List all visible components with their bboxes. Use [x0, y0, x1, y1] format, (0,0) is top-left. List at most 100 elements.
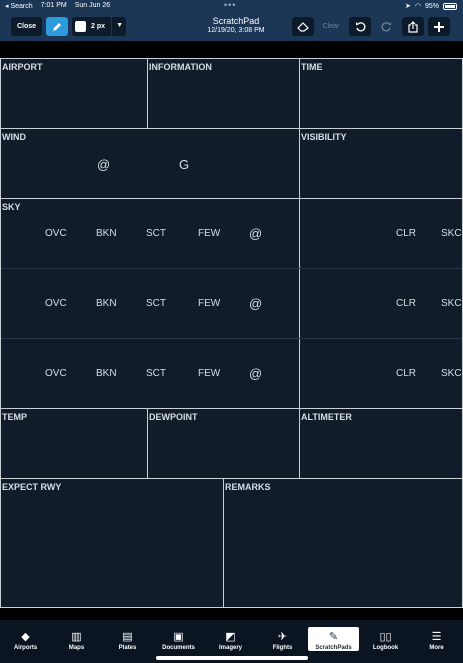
information-label: INFORMATION — [149, 62, 212, 72]
sky-bkn: BKN — [96, 298, 117, 309]
logbook-icon: ▯▯ — [379, 631, 392, 643]
clear-button[interactable]: Clear — [318, 17, 344, 36]
scratchpads-icon: ✎ — [328, 631, 339, 643]
sky-few: FEW — [198, 298, 221, 309]
tab-logbook[interactable]: ▯▯ Logbook — [360, 620, 411, 651]
battery-percent: 95% — [424, 2, 439, 10]
expect-rwy-label: EXPECT RWY — [2, 482, 62, 492]
tab-airports[interactable]: ◆ Airports — [0, 620, 51, 651]
undo-button[interactable] — [349, 17, 371, 36]
sky-ovc: OVC — [45, 228, 67, 239]
sky-bkn: BKN — [96, 368, 117, 379]
page-timestamp: 12/19/20, 3:08 PM — [207, 27, 265, 34]
tab-label: Logbook — [372, 645, 399, 651]
dewpoint-label: DEWPOINT — [149, 412, 198, 422]
add-button[interactable] — [428, 17, 450, 36]
undo-icon — [355, 22, 365, 32]
information-cell[interactable]: INFORMATION — [147, 58, 300, 129]
sky-ovc: OVC — [45, 298, 67, 309]
status-time: 7:01 PM — [40, 2, 67, 9]
battery-icon — [443, 2, 457, 10]
location-icon: ➤ — [405, 3, 411, 10]
pen-color-swatch[interactable] — [75, 21, 86, 32]
airports-icon: ◆ — [21, 631, 30, 643]
sky-at-symbol: @ — [249, 296, 263, 311]
visibility-label: VISIBILITY — [301, 132, 347, 142]
dewpoint-cell[interactable]: DEWPOINT — [147, 408, 300, 479]
sky-ovc: OVC — [45, 368, 67, 379]
temp-cell[interactable]: TEMP — [0, 408, 148, 479]
tab-label: Imagery — [218, 645, 242, 651]
tab-label: More — [429, 645, 444, 651]
tab-documents[interactable]: ▣ Documents — [153, 620, 204, 651]
share-button[interactable] — [402, 17, 424, 36]
sky-sct: SCT — [146, 298, 166, 309]
sky-few: FEW — [198, 228, 221, 239]
sky-clr: CLR — [396, 228, 417, 239]
time-cell[interactable]: TIME — [299, 58, 463, 129]
sky-at-symbol: @ — [249, 226, 263, 241]
divider — [111, 17, 112, 36]
sky-label: SKY — [2, 202, 21, 212]
tab-scratchpads[interactable]: ✎ ScratchPads — [308, 627, 359, 651]
airport-cell[interactable]: AIRPORT — [0, 58, 148, 129]
sky-few: FEW — [198, 368, 221, 379]
imagery-icon: ◩ — [225, 631, 236, 643]
wind-at-symbol: @ — [97, 157, 111, 172]
remarks-cell[interactable]: REMARKS — [223, 478, 463, 608]
sky-bkn: BKN — [96, 228, 117, 239]
pencil-icon — [53, 22, 61, 31]
chevron-down-icon[interactable]: ▼ — [116, 22, 123, 29]
divider — [1, 268, 462, 269]
sky-skc: SKC — [441, 368, 462, 379]
pen-tool-button[interactable] — [46, 17, 68, 36]
tab-plates[interactable]: ▤ Plates — [102, 620, 153, 651]
wind-cell[interactable]: WIND @ G — [0, 128, 300, 199]
expect-rwy-cell[interactable]: EXPECT RWY — [0, 478, 224, 608]
more-icon: ☰ — [431, 631, 442, 643]
temp-label: TEMP — [2, 412, 28, 422]
sky-skc: SKC — [441, 228, 462, 239]
flights-icon: ✈ — [277, 631, 288, 643]
visibility-cell[interactable]: VISIBILITY — [299, 128, 463, 199]
tab-flights[interactable]: ✈ Flights — [257, 620, 308, 651]
sky-clear-cell[interactable] — [299, 198, 463, 409]
divider — [1, 338, 462, 339]
tab-more[interactable]: ☰ More — [411, 620, 462, 651]
title-block: ScratchPad 12/19/20, 3:08 PM — [180, 16, 292, 34]
sky-skc: SKC — [441, 298, 462, 309]
page-title: ScratchPad — [212, 16, 260, 26]
pen-size-selector[interactable]: 2 px ▼ — [72, 17, 126, 36]
tab-maps[interactable]: ▥ Maps — [51, 620, 102, 651]
tab-imagery[interactable]: ◩ Imagery — [205, 620, 256, 651]
airport-label: AIRPORT — [2, 62, 43, 72]
maps-icon: ▥ — [71, 631, 82, 643]
redo-button[interactable] — [375, 17, 397, 36]
plates-icon: ▤ — [122, 631, 133, 643]
redo-icon — [381, 22, 391, 32]
sky-at-symbol: @ — [249, 366, 263, 381]
multitasking-dots[interactable]: ••• — [224, 0, 236, 10]
tab-label: Airports — [13, 645, 38, 651]
eraser-button[interactable] — [292, 17, 314, 36]
home-indicator[interactable] — [156, 656, 308, 660]
time-label: TIME — [301, 62, 323, 72]
scratchpad-canvas[interactable]: AIRPORT INFORMATION TIME WIND @ G VISIBI… — [0, 58, 463, 608]
remarks-label: REMARKS — [225, 482, 271, 492]
back-to-search-link[interactable]: ◂ Search — [5, 2, 33, 10]
tab-label: ScratchPads — [315, 645, 352, 651]
wind-label: WIND — [2, 132, 26, 142]
close-button[interactable]: Close — [11, 17, 42, 36]
altimeter-cell[interactable]: ALTIMETER — [299, 408, 463, 479]
share-icon — [408, 20, 418, 33]
pen-size-value: 2 px — [91, 23, 106, 30]
sky-sct: SCT — [146, 368, 166, 379]
documents-icon: ▣ — [173, 631, 184, 643]
status-date: Sun Jun 26 — [74, 2, 111, 9]
status-bar: ◂ Search 7:01 PM Sun Jun 26 ••• ➤ ◠ 95% — [0, 0, 463, 12]
tab-label: Maps — [68, 645, 85, 651]
wind-gust-symbol: G — [179, 157, 190, 172]
sky-clr: CLR — [396, 298, 417, 309]
eraser-icon — [297, 21, 309, 32]
toolbar: Close 2 px ▼ ScratchPad 12/19/20, 3:08 P… — [0, 12, 463, 41]
